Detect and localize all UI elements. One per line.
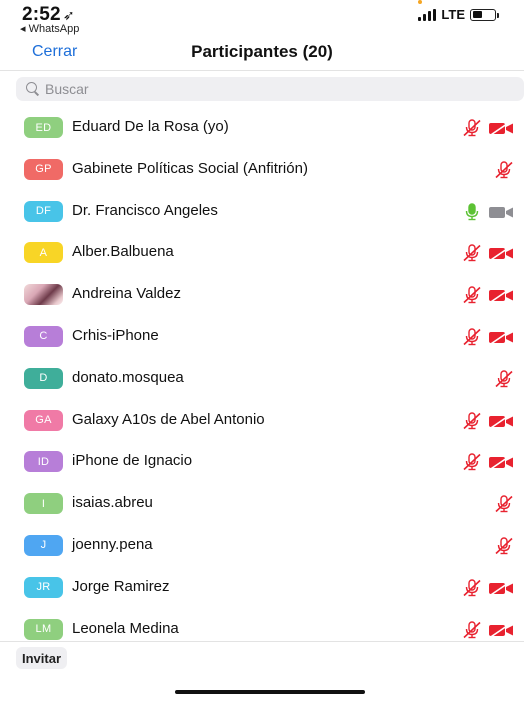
- participant-status: [494, 370, 514, 388]
- avatar: I: [24, 493, 63, 515]
- participant-row[interactable]: Iisaias.abreu: [0, 483, 524, 525]
- participant-name: Alber.Balbuena: [72, 243, 174, 261]
- microphone-muted-icon: [462, 453, 482, 471]
- avatar: D: [24, 367, 63, 389]
- status-indicators: LTE: [418, 0, 499, 22]
- avatar: JR: [24, 576, 63, 598]
- microphone-muted-icon: [494, 495, 514, 513]
- avatar: GA: [24, 409, 63, 431]
- participant-status: [494, 495, 514, 513]
- avatar: [24, 284, 63, 306]
- participant-status: [494, 161, 514, 179]
- battery-icon: [470, 8, 499, 21]
- participant-status: [462, 119, 514, 137]
- participant-status: [462, 620, 514, 639]
- footer-divider: [0, 641, 524, 642]
- microphone-icon: [462, 202, 482, 221]
- status-bar: 2:52 ➶ ◂ WhatsApp LTE: [0, 0, 524, 36]
- avatar: ED: [24, 117, 63, 138]
- participant-name: Gabinete Políticas Social (Anfitrión): [72, 159, 308, 177]
- participant-status: [462, 328, 514, 346]
- participant-row[interactable]: Ddonato.mosquea: [0, 358, 524, 400]
- participant-name: Dr. Francisco Angeles: [72, 201, 218, 219]
- video-camera-off-icon: [488, 412, 514, 429]
- microphone-muted-icon: [462, 244, 482, 262]
- video-camera-off-icon: [488, 287, 514, 304]
- signal-icon: [418, 0, 437, 21]
- avatar: LM: [24, 618, 63, 640]
- video-camera-off-icon: [488, 454, 514, 471]
- participant-name: Galaxy A10s de Abel Antonio: [72, 410, 265, 428]
- microphone-muted-icon: [462, 620, 482, 639]
- video-camera-off-icon: [488, 120, 514, 136]
- microphone-muted-icon: [462, 286, 482, 304]
- participant-status: [494, 537, 514, 555]
- participant-row[interactable]: ED Eduard De la Rosa (yo): [0, 107, 524, 149]
- microphone-muted-icon: [494, 370, 514, 388]
- search-input[interactable]: Buscar: [45, 81, 89, 97]
- participant-status: [462, 286, 514, 304]
- avatar: ID: [24, 451, 63, 473]
- participant-name: Leonela Medina: [72, 619, 179, 637]
- video-camera-off-icon: [488, 579, 514, 596]
- participant-name: joenny.pena: [72, 535, 153, 553]
- microphone-muted-icon: [494, 161, 514, 179]
- avatar: DF: [24, 200, 63, 222]
- avatar: C: [24, 325, 63, 347]
- video-camera-off-icon: [488, 621, 514, 638]
- page-title: Participantes (20): [191, 42, 333, 61]
- avatar: J: [24, 534, 63, 556]
- participant-status: [462, 579, 514, 597]
- network-type: LTE: [441, 7, 465, 22]
- participant-name: donato.mosquea: [72, 368, 184, 386]
- search-bar[interactable]: Buscar: [16, 77, 524, 101]
- microphone-muted-icon: [494, 537, 514, 555]
- microphone-muted-icon: [462, 328, 482, 346]
- participant-name: Andreina Valdez: [72, 285, 181, 303]
- video-camera-off-icon: [488, 328, 514, 345]
- microphone-muted-icon: [462, 119, 482, 137]
- search-icon: [25, 81, 45, 97]
- participant-status: [462, 453, 514, 471]
- participant-row[interactable]: LM Leonela Medina: [0, 609, 524, 641]
- participant-status: [462, 244, 514, 262]
- location-arrow-icon: ➶: [62, 7, 75, 23]
- avatar: GP: [24, 158, 63, 180]
- nav-bar: Cerrar Participantes (20): [0, 36, 524, 71]
- invite-button[interactable]: Invitar: [16, 647, 68, 669]
- video-camera-icon: [488, 204, 514, 220]
- participant-name: Jorge Ramirez: [72, 577, 170, 595]
- participant-row[interactable]: JR Jorge Ramirez: [0, 567, 524, 609]
- participant-row[interactable]: GA Galaxy A10s de Abel Antonio: [0, 400, 524, 442]
- participant-row[interactable]: Andreina Valdez: [0, 274, 524, 316]
- participant-row[interactable]: ID iPhone de Ignacio: [0, 441, 524, 483]
- microphone-muted-icon: [462, 411, 482, 430]
- participant-row[interactable]: A Alber.Balbuena: [0, 232, 524, 274]
- home-indicator: [175, 690, 365, 694]
- participant-name: isaias.abreu: [72, 494, 153, 512]
- participant-name: Crhis-iPhone: [72, 326, 159, 344]
- back-to-app-link[interactable]: ◂ WhatsApp: [20, 22, 79, 35]
- participant-row[interactable]: DF Dr. Francisco Angeles: [0, 191, 524, 233]
- participant-row[interactable]: C Crhis-iPhone: [0, 316, 524, 358]
- participant-status: [462, 202, 514, 221]
- participant-row[interactable]: Jjoenny.pena: [0, 525, 524, 567]
- participant-list: ED Eduard De la Rosa (yo) GP Gabinete Polít…: [0, 107, 524, 641]
- participant-name: Eduard De la Rosa (yo): [72, 118, 229, 135]
- avatar: A: [24, 242, 63, 264]
- video-camera-off-icon: [488, 245, 514, 262]
- participant-row[interactable]: GP Gabinete Políticas Social (Anfitrión): [0, 149, 524, 191]
- participant-status: [462, 411, 514, 430]
- microphone-muted-icon: [462, 579, 482, 597]
- participant-name: iPhone de Ignacio: [72, 452, 193, 470]
